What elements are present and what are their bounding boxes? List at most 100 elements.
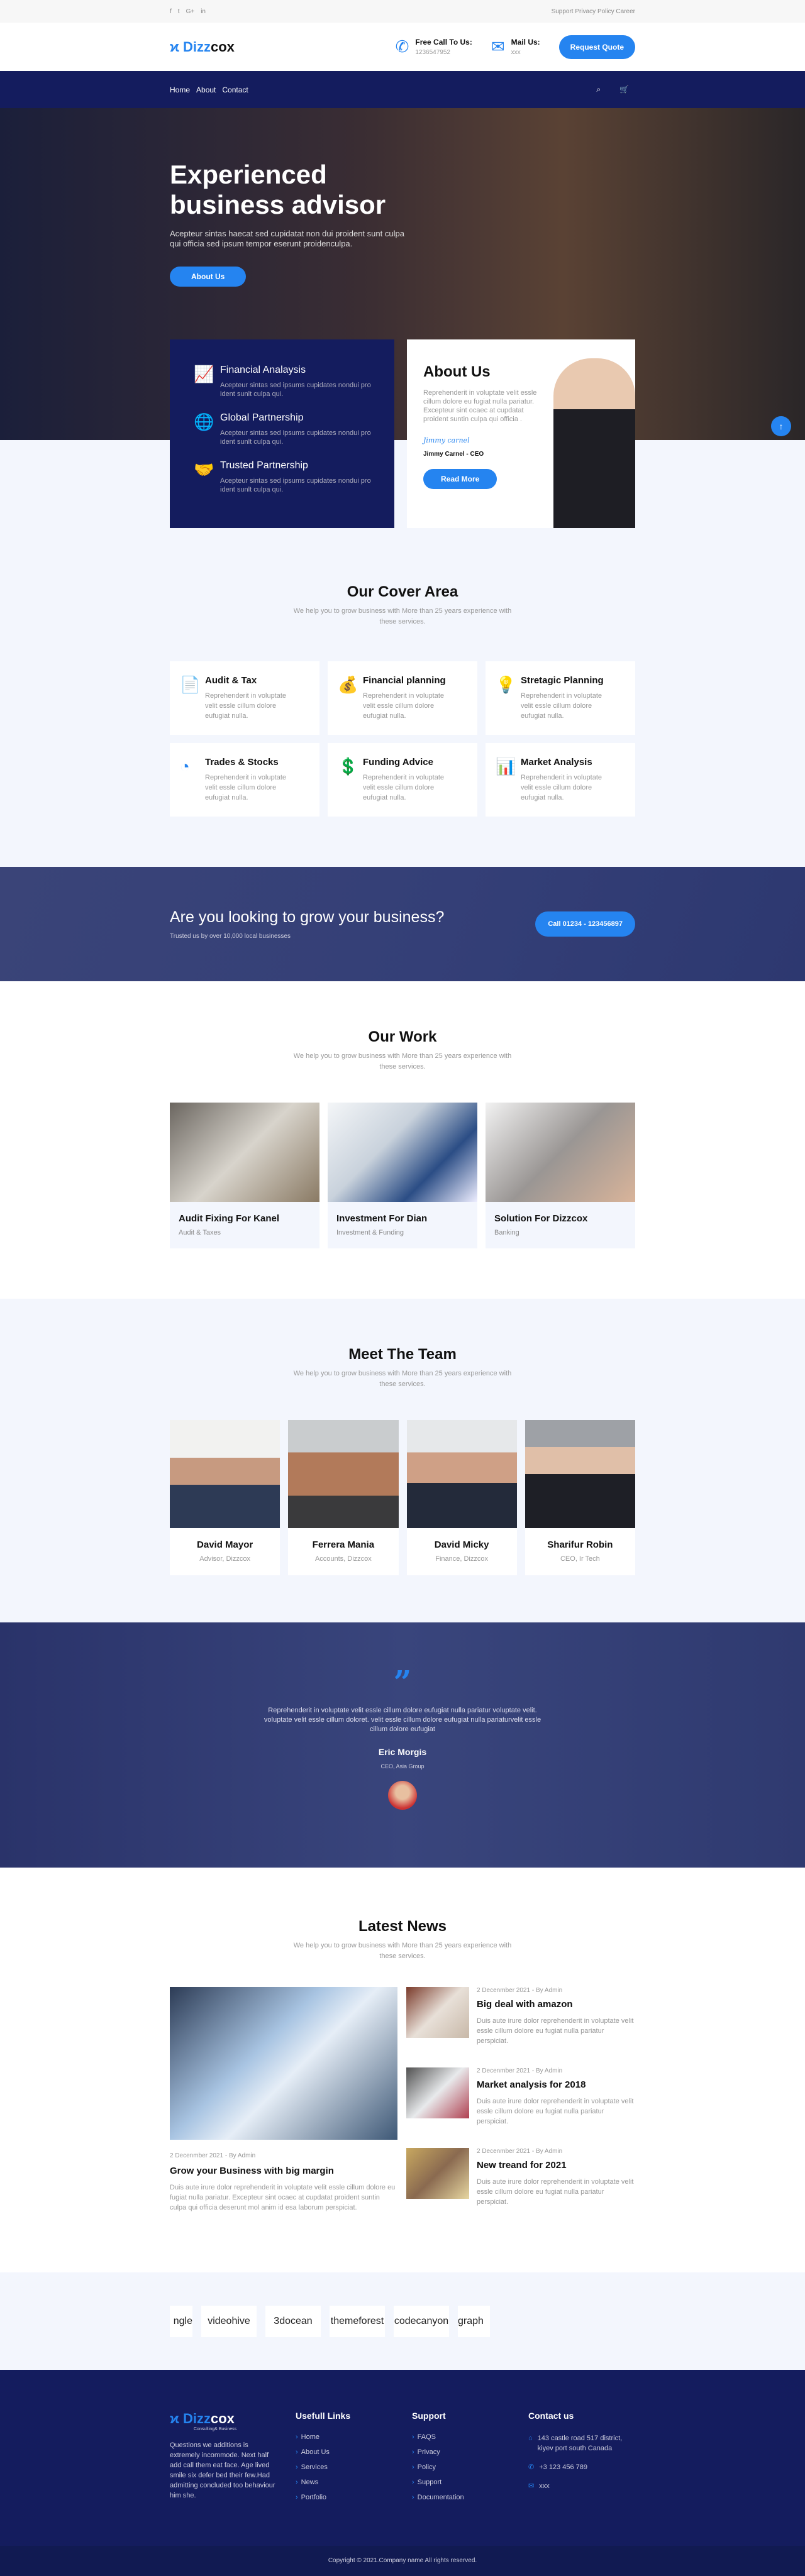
feature-text: Acepteur sintas sed ipsums cupidates non… <box>220 477 371 493</box>
google-plus-icon[interactable]: G+ <box>186 8 195 15</box>
news-title[interactable]: Grow your Business with big margin <box>170 2166 397 2176</box>
brand-logo[interactable]: graph <box>458 2305 490 2337</box>
top-link-career[interactable]: Career <box>616 8 635 15</box>
chevron-right-icon: › <box>412 2479 414 2486</box>
work-card[interactable]: Audit Fixing For Kanel Audit & Taxes <box>170 1103 319 1248</box>
handshake-icon: 🤝 <box>194 460 214 479</box>
call-value: 1236547952 <box>415 49 450 56</box>
top-link-support[interactable]: Support <box>552 8 574 15</box>
about-text: Reprehenderit in voluptate velit essle c… <box>423 389 537 423</box>
linkedin-icon[interactable]: in <box>201 8 206 15</box>
hero-title: Experienced business advisor <box>170 160 386 219</box>
member-name: David Micky <box>434 1539 489 1550</box>
chevron-right-icon: › <box>296 2463 298 2471</box>
about-us-button[interactable]: About Us <box>170 267 247 287</box>
service-card[interactable]: 📊 Market Analysis Reprehenderit in volupta… <box>486 743 635 817</box>
brand-logo[interactable]: videohive <box>201 2305 257 2337</box>
top-link-privacy[interactable]: Privacy <box>575 8 596 15</box>
service-card[interactable]: 📄 Audit & Tax Reprehenderit in voluptate v… <box>170 661 319 735</box>
cta-subtitle: Trusted us by over 10,000 local business… <box>170 933 291 940</box>
cart-icon[interactable]: 🛒 <box>619 85 629 94</box>
footer-phone[interactable]: +3 123 456 789 <box>539 2462 587 2472</box>
footer-link[interactable]: › FAQS <box>412 2433 528 2441</box>
team-photo <box>406 1420 517 1528</box>
news-text: Duis aute irure dolor reprehenderit in v… <box>477 2017 634 2045</box>
work-card[interactable]: Solution For Dizzcox Banking <box>486 1103 635 1248</box>
nav-about[interactable]: About <box>196 85 216 94</box>
phone-icon: ✆ <box>395 37 409 56</box>
team-card[interactable]: David Micky Finance, Dizzcox <box>406 1420 517 1575</box>
footer-email[interactable]: xxx <box>539 2481 550 2491</box>
footer-link[interactable]: › Services <box>296 2463 412 2471</box>
call-button[interactable]: Call 01234 - 123456897 <box>535 911 635 937</box>
news-title[interactable]: Big deal with amazon <box>477 1999 635 2010</box>
team-card[interactable]: Sharifur Robin CEO, Ir Tech <box>525 1420 635 1575</box>
section-subtitle: We help you to grow business with More t… <box>293 1370 512 1388</box>
footer-link[interactable]: › Portfolio <box>296 2494 412 2501</box>
footer-link[interactable]: › News <box>296 2479 412 2486</box>
search-icon[interactable]: ⌕ <box>596 85 601 94</box>
news-item[interactable]: 2 Decenmber 2021 - By Admin New treand fo… <box>406 2148 635 2207</box>
news-title[interactable]: New treand for 2021 <box>477 2160 635 2171</box>
footer-link[interactable]: › Home <box>296 2433 412 2441</box>
feature-text: Acepteur sintas sed ipsums cupidates non… <box>220 382 371 398</box>
news-item[interactable]: 2 Decenmber 2021 - By Admin Big deal with… <box>406 1987 635 2046</box>
footer-tagline: Consulting& Business <box>194 2427 237 2431</box>
chevron-right-icon: › <box>296 2433 298 2441</box>
logo[interactable]: ϰ Dizzcox <box>170 39 235 55</box>
nav-contact[interactable]: Contact <box>222 85 248 94</box>
work-category: Investment & Funding <box>336 1229 404 1236</box>
service-title: Financial planning <box>363 675 446 686</box>
logo-text-a: Dizz <box>183 38 211 55</box>
team-card[interactable]: David Mayor Advisor, Dizzcox <box>170 1420 280 1575</box>
twitter-icon[interactable]: t <box>178 8 180 15</box>
news-item[interactable]: 2 Decenmber 2021 - By Admin Market analys… <box>406 2067 635 2127</box>
member-name: David Mayor <box>197 1539 253 1550</box>
work-title: Investment For Dian <box>336 1213 428 1224</box>
lightbulb-icon: 💡 <box>496 675 516 694</box>
team-photo <box>288 1420 399 1528</box>
mail-title: Mail Us: <box>511 38 540 47</box>
facebook-icon[interactable]: f <box>170 8 172 15</box>
footer-link[interactable]: › Documentation <box>412 2494 528 2501</box>
request-quote-button[interactable]: Request Quote <box>558 35 635 59</box>
read-more-button[interactable]: Read More <box>423 469 497 489</box>
news-meta: 2 Decenmber 2021 - By Admin <box>477 2148 563 2155</box>
brand-logo[interactable]: 3docean <box>265 2305 321 2337</box>
footer-logo[interactable]: ϰ Dizzcox <box>170 2411 296 2427</box>
testimonial-text: Reprehenderit in voluptate velit essle c… <box>264 1707 541 1733</box>
footer-link[interactable]: › Support <box>412 2479 528 2486</box>
news-meta: 2 Decenmber 2021 - By Admin <box>477 1987 563 1994</box>
work-title: Solution For Dizzcox <box>494 1213 588 1224</box>
service-card[interactable]: 💡 Stretagic Planning Reprehenderit in volu… <box>486 661 635 735</box>
call-title: Free Call To Us: <box>415 38 472 47</box>
footer-link[interactable]: › About Us <box>296 2448 412 2456</box>
work-category: Audit & Taxes <box>179 1229 221 1236</box>
news-text: Duis aute irure dolor reprehenderit in v… <box>170 2184 396 2211</box>
brand-logo[interactable]: ngle <box>170 2305 192 2337</box>
brand-logo[interactable]: codecanyon <box>394 2305 449 2337</box>
footer-link[interactable]: › Privacy <box>412 2448 528 2456</box>
market-icon: 📊 <box>496 757 516 776</box>
team-card[interactable]: Ferrera Mania Accounts, Dizzcox <box>288 1420 399 1575</box>
service-card[interactable]: 💰 Financial planning Reprehenderit in volu… <box>328 661 477 735</box>
brand-logo[interactable]: themeforest <box>330 2305 385 2337</box>
member-role: Finance, Dizzcox <box>435 1555 488 1563</box>
features-panel: 📈 Financial Analaysis Acepteur sintas sed … <box>170 339 394 528</box>
header: ϰ Dizzcox ✆ Free Call To Us: 1236547952 ✉… <box>0 23 805 71</box>
news-title[interactable]: Market analysis for 2018 <box>477 2079 635 2090</box>
footer-address: 143 castle road 517 district, kiyev port… <box>537 2435 623 2452</box>
back-to-top-button[interactable]: ↑ <box>771 416 791 436</box>
footer-link[interactable]: › Policy <box>412 2463 528 2471</box>
top-link-policy[interactable]: Policy <box>597 8 614 15</box>
work-card[interactable]: Investment For Dian Investment & Funding <box>328 1103 477 1248</box>
service-card[interactable]: 💲 Funding Advice Reprehenderit in voluptat… <box>328 743 477 817</box>
feature-title: Trusted Partnership <box>220 460 308 471</box>
news-text: Duis aute irure dolor reprehenderit in v… <box>477 2178 634 2206</box>
featured-news[interactable]: 2 Decenmber 2021 - By Admin Grow your Bu… <box>170 1987 397 2228</box>
chevron-right-icon: › <box>412 2494 414 2501</box>
nav-home[interactable]: Home <box>170 85 190 94</box>
service-card[interactable]: ◔ Trades & Stocks Reprehenderit in volupta… <box>170 743 319 817</box>
feature-item: 📈 Financial Analaysis Acepteur sintas sed … <box>194 365 375 399</box>
news-thumb <box>406 2067 469 2118</box>
